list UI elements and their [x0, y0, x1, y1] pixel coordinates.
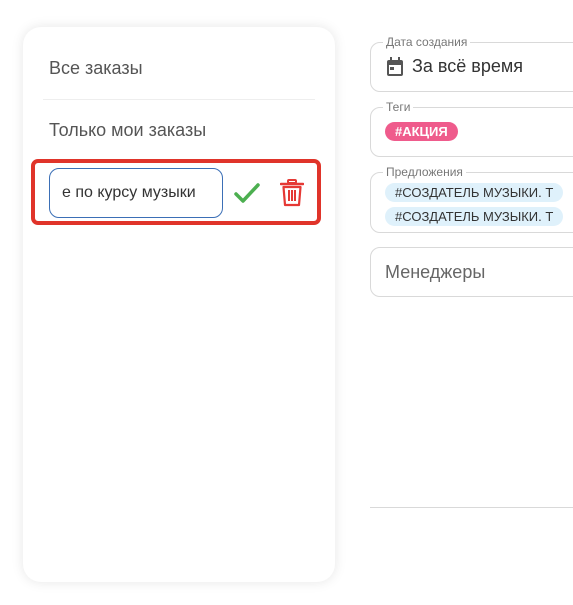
sidebar-item-my-orders[interactable]: Только мои заказы [49, 120, 206, 141]
managers-filter[interactable]: Менеджеры [370, 247, 573, 297]
check-icon [234, 183, 260, 203]
managers-placeholder: Менеджеры [385, 262, 486, 282]
date-filter[interactable]: Дата создания За всё время [370, 35, 573, 92]
sidebar-item-all-orders[interactable]: Все заказы [49, 58, 143, 79]
date-legend: Дата создания [383, 35, 471, 49]
filter-name-input[interactable]: е по курсу музыки [49, 168, 223, 218]
trash-icon [280, 179, 304, 207]
saved-filters-panel: Все заказы Только мои заказы е по курсу … [23, 27, 335, 582]
divider [370, 507, 573, 508]
filter-name-text: е по курсу музыки [62, 184, 196, 201]
offers-filter[interactable]: Предложения #СОЗДАТЕЛЬ МУЗЫКИ. Т #СОЗДАТ… [370, 165, 573, 233]
confirm-button[interactable] [231, 177, 263, 209]
delete-button[interactable] [276, 177, 308, 209]
calendar-icon [387, 56, 403, 76]
tags-filter[interactable]: Теги #АКЦИЯ [370, 100, 573, 157]
offer-chip[interactable]: #СОЗДАТЕЛЬ МУЗЫКИ. Т [385, 207, 564, 226]
date-value: За всё время [412, 56, 523, 76]
tags-legend: Теги [383, 100, 414, 114]
divider [43, 99, 315, 100]
offer-chip[interactable]: #СОЗДАТЕЛЬ МУЗЫКИ. Т [385, 183, 564, 202]
tag-chip[interactable]: #АКЦИЯ [385, 122, 458, 141]
offers-legend: Предложения [383, 165, 466, 179]
